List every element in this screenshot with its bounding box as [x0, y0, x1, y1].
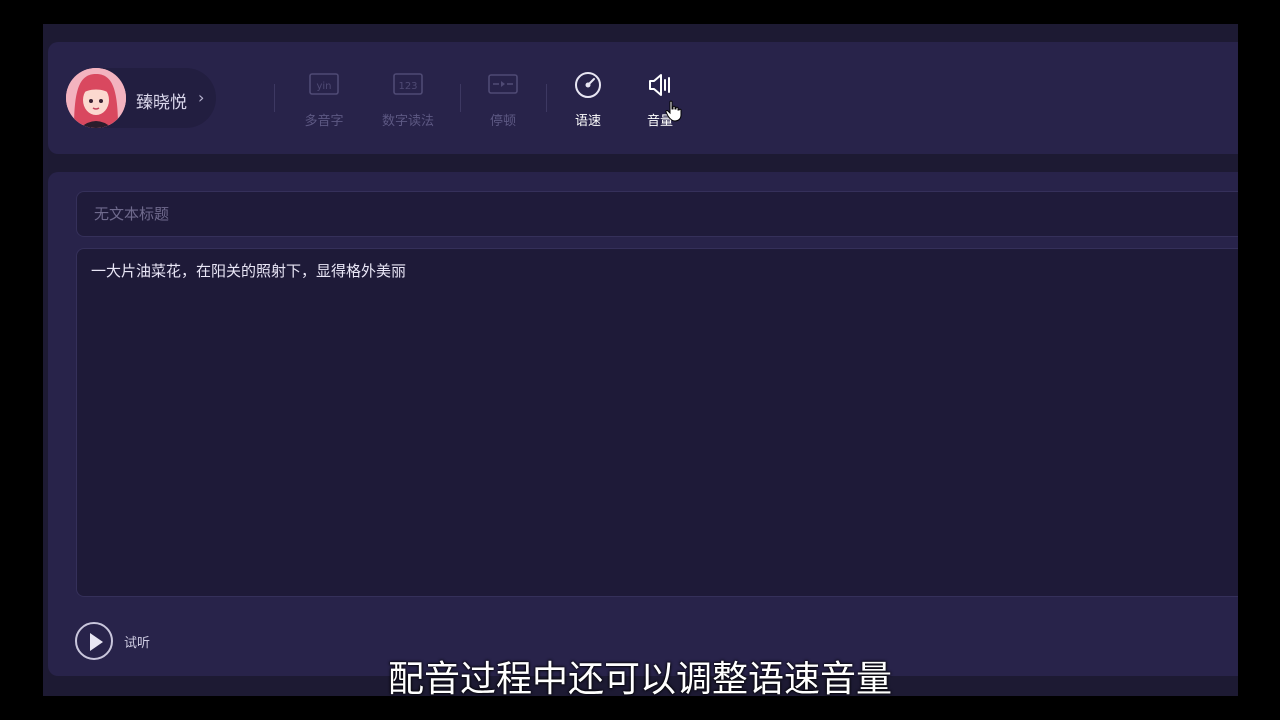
svg-text:123: 123 [398, 81, 417, 92]
tool-pause[interactable]: 停顿 [473, 70, 533, 129]
tool-label: 多音字 [304, 114, 344, 129]
tool-label: 语速 [574, 114, 601, 129]
volume-icon [649, 74, 670, 96]
voice-avatar[interactable] [66, 68, 126, 128]
play-icon [90, 633, 103, 651]
tool-number-reading[interactable]: 123 数字读法 [378, 70, 438, 129]
script-textarea[interactable]: 一大片油菜花，在阳关的照射下，显得格外美丽 [76, 248, 1238, 597]
pinyin-icon: yin [309, 73, 339, 95]
toolbar-divider [546, 84, 547, 112]
toolbar-divider [460, 84, 461, 112]
tool-label: 数字读法 [381, 114, 434, 129]
chevron-right-icon[interactable]: › [198, 88, 204, 107]
preview-label[interactable]: 试听 [124, 632, 150, 651]
tool-speed[interactable]: 语速 [558, 70, 618, 129]
avatar-image [66, 68, 126, 128]
tool-polyphone[interactable]: yin 多音字 [294, 70, 354, 129]
pause-insert-icon [488, 74, 518, 94]
speed-gauge-icon [575, 72, 601, 98]
number-reading-icon: 123 [393, 73, 423, 95]
hand-cursor-icon [665, 100, 682, 122]
tool-label: 停顿 [489, 114, 516, 129]
svg-text:yin: yin [316, 81, 331, 92]
voice-name[interactable]: 臻晓悦 [136, 88, 187, 113]
title-input[interactable] [76, 191, 1238, 237]
toolbar-divider [274, 84, 275, 112]
video-subtitle: 配音过程中还可以调整语速音量 [387, 659, 892, 700]
